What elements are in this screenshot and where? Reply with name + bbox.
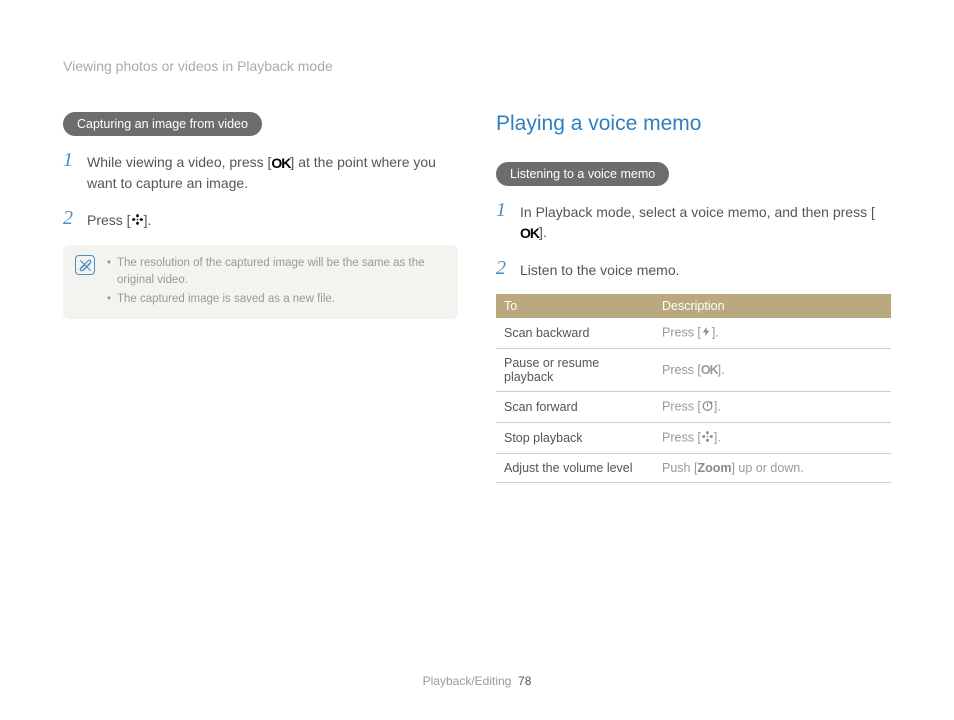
- desc-post: ] up or down.: [731, 461, 803, 475]
- pill-listening: Listening to a voice memo: [496, 162, 669, 186]
- step-text: While viewing a video, press [OK] at the…: [87, 150, 458, 194]
- right-column: Playing a voice memo Listening to a voic…: [496, 112, 891, 483]
- breadcrumb: Viewing photos or videos in Playback mod…: [63, 58, 891, 74]
- footer-section: Playback/Editing: [423, 674, 512, 688]
- step-item: 1 While viewing a video, press [OK] at t…: [63, 150, 458, 194]
- ok-icon: OK: [271, 153, 290, 173]
- step-text: Press [].: [87, 208, 151, 231]
- pill-capturing: Capturing an image from video: [63, 112, 262, 136]
- desc-pre: Press [: [662, 363, 701, 377]
- right-steps: 1 In Playback mode, select a voice memo,…: [496, 200, 891, 280]
- step-pre: Press [: [87, 212, 131, 228]
- row-desc: Press [OK].: [654, 349, 891, 392]
- desc-post: ].: [714, 430, 721, 444]
- row-desc: Press [].: [654, 318, 891, 349]
- table-row: Scan forward Press [].: [496, 392, 891, 423]
- step-pre: Listen to the voice memo.: [520, 262, 680, 278]
- ok-icon: OK: [701, 363, 718, 377]
- table-row: Stop playback Press [].: [496, 423, 891, 454]
- th-to: To: [496, 294, 654, 318]
- desc-post: ].: [718, 363, 725, 377]
- section-heading: Playing a voice memo: [496, 112, 891, 136]
- table-header-row: To Description: [496, 294, 891, 318]
- flower-icon: [701, 430, 714, 446]
- step-pre: In Playback mode, select a voice memo, a…: [520, 204, 875, 220]
- note-box: The resolution of the captured image wil…: [63, 245, 458, 319]
- step-number: 1: [63, 150, 77, 194]
- step-number: 2: [496, 258, 510, 280]
- flower-icon: [131, 211, 144, 231]
- row-to: Scan backward: [496, 318, 654, 349]
- row-to: Adjust the volume level: [496, 454, 654, 483]
- row-desc: Push [Zoom] up or down.: [654, 454, 891, 483]
- row-to: Pause or resume playback: [496, 349, 654, 392]
- row-to: Stop playback: [496, 423, 654, 454]
- desc-pre: Press [: [662, 399, 701, 413]
- row-desc: Press [].: [654, 392, 891, 423]
- step-pre: While viewing a video, press [: [87, 154, 271, 170]
- ok-icon: OK: [520, 223, 539, 243]
- row-desc: Press [].: [654, 423, 891, 454]
- desc-pre: Push [: [662, 461, 697, 475]
- step-text: In Playback mode, select a voice memo, a…: [520, 200, 891, 244]
- step-item: 2 Listen to the voice memo.: [496, 258, 891, 280]
- timer-icon: [701, 399, 714, 415]
- table-row: Adjust the volume level Push [Zoom] up o…: [496, 454, 891, 483]
- note-item: The captured image is saved as a new fil…: [107, 291, 446, 308]
- content-columns: Capturing an image from video 1 While vi…: [63, 112, 891, 483]
- desc-pre: Press [: [662, 430, 701, 444]
- page-footer: Playback/Editing 78: [0, 674, 954, 688]
- page-number: 78: [518, 674, 531, 688]
- controls-table: To Description Scan backward Press []. P…: [496, 294, 891, 483]
- table-row: Pause or resume playback Press [OK].: [496, 349, 891, 392]
- step-number: 2: [63, 208, 77, 231]
- desc-pre: Press [: [662, 325, 701, 339]
- left-steps: 1 While viewing a video, press [OK] at t…: [63, 150, 458, 231]
- step-text: Listen to the voice memo.: [520, 258, 680, 280]
- flash-icon: [701, 325, 712, 341]
- step-item: 1 In Playback mode, select a voice memo,…: [496, 200, 891, 244]
- step-post: ].: [144, 212, 152, 228]
- step-number: 1: [496, 200, 510, 244]
- desc-post: ].: [714, 399, 721, 413]
- step-item: 2 Press [].: [63, 208, 458, 231]
- zoom-label: Zoom: [697, 461, 731, 475]
- row-to: Scan forward: [496, 392, 654, 423]
- note-item: The resolution of the captured image wil…: [107, 255, 446, 288]
- step-post: ].: [539, 224, 547, 240]
- table-row: Scan backward Press [].: [496, 318, 891, 349]
- desc-post: ].: [712, 325, 719, 339]
- note-icon: [75, 255, 95, 275]
- left-column: Capturing an image from video 1 While vi…: [63, 112, 458, 483]
- th-desc: Description: [654, 294, 891, 318]
- note-list: The resolution of the captured image wil…: [107, 255, 446, 309]
